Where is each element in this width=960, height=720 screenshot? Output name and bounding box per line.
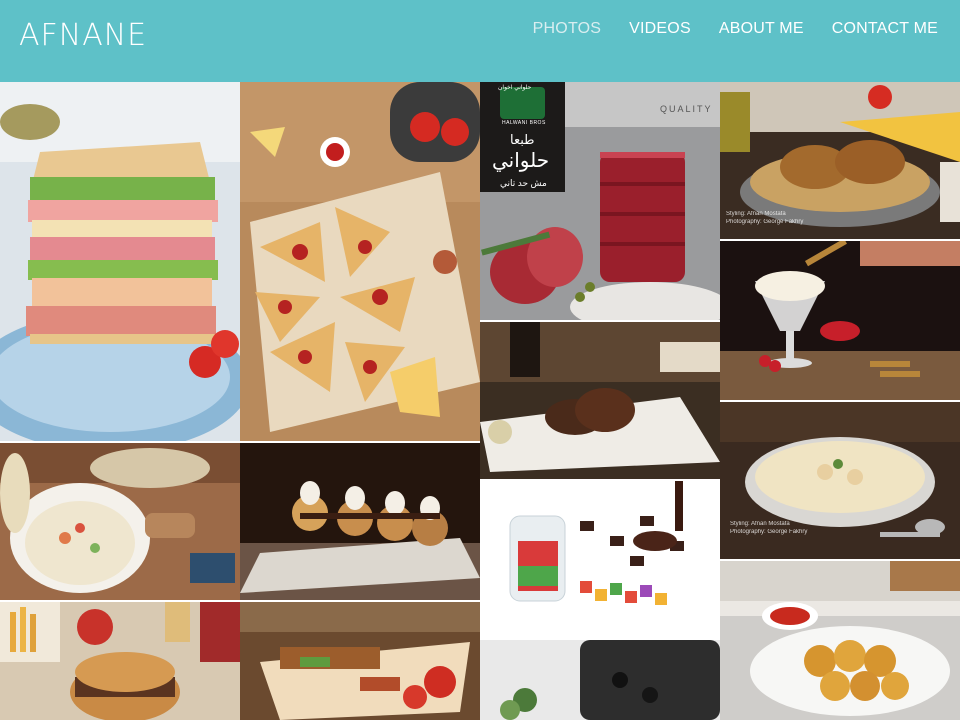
cream-puffs-image: [240, 443, 480, 600]
photo-ice-cream-sundae[interactable]: [720, 241, 960, 400]
photo-steak-plate[interactable]: [480, 322, 720, 479]
halwani-tagline-3: مش حد تاني: [500, 178, 547, 188]
credit-styling: Styling: Afnan Mostafa: [726, 211, 786, 217]
nav-videos[interactable]: VIDEOS: [629, 20, 691, 38]
dark-olives-image: [480, 640, 720, 720]
photo-gummy-candies[interactable]: [480, 481, 720, 638]
site-header: AFNANE PHOTOS VIDEOS ABOUT ME CONTACT ME: [0, 0, 960, 82]
photo-shawarma-wrap[interactable]: [240, 602, 480, 720]
pasta-salad-image: [0, 443, 240, 600]
photo-chicken-nuggets[interactable]: [720, 561, 960, 720]
chicken-nuggets-image: [720, 561, 960, 720]
halwani-brand-en: HALWANI BROS: [502, 120, 546, 126]
gummy-candies-image: [480, 481, 720, 638]
burger-fries-image: [0, 602, 240, 720]
nav-contact-me[interactable]: CONTACT ME: [832, 20, 938, 38]
site-logo[interactable]: AFNANE: [19, 18, 147, 53]
pepperoni-pizza-image: [240, 82, 480, 441]
photo-creamy-soup[interactable]: Styling: Afnan Mostafa Photography: Geor…: [720, 402, 960, 559]
credit-styling-2: Styling: Afnan Mostafa: [730, 521, 790, 527]
halwani-tagline-2: حلواني: [492, 150, 550, 172]
main-nav: PHOTOS VIDEOS ABOUT ME CONTACT ME: [505, 20, 938, 38]
photo-pepperoni-pizza[interactable]: [240, 82, 480, 441]
halwani-brand-ar: حلواني اخوان: [498, 85, 532, 91]
quality-badge: QUALITY: [660, 104, 713, 114]
photo-halwani-salami[interactable]: HALWANI BROS حلواني اخوان طبعا حلواني مش…: [480, 82, 720, 320]
photo-cream-puffs[interactable]: [240, 443, 480, 600]
halwani-salami-image: [480, 82, 720, 320]
nav-about-me[interactable]: ABOUT ME: [719, 20, 804, 38]
photo-burger-fries[interactable]: [0, 602, 240, 720]
steak-plate-image: [480, 322, 720, 479]
nav-photos[interactable]: PHOTOS: [533, 20, 601, 38]
photo-roast-chicken[interactable]: Styling: Afnan Mostafa Photography: Geor…: [720, 82, 960, 239]
halwani-tagline-1: طبعا: [510, 132, 535, 147]
photo-gallery: HALWANI BROS حلواني اخوان طبعا حلواني مش…: [0, 82, 960, 720]
photo-dark-olives-jar[interactable]: [480, 640, 720, 720]
credit-photography: Photography: George Fakhry: [726, 219, 804, 225]
shawarma-wrap-image: [240, 602, 480, 720]
photo-pasta-salad[interactable]: [0, 443, 240, 600]
photo-club-sandwich[interactable]: [0, 82, 240, 441]
credit-photography-2: Photography: George Fakhry: [730, 529, 808, 535]
ice-cream-sundae-image: [720, 241, 960, 400]
club-sandwich-image: [0, 82, 240, 441]
